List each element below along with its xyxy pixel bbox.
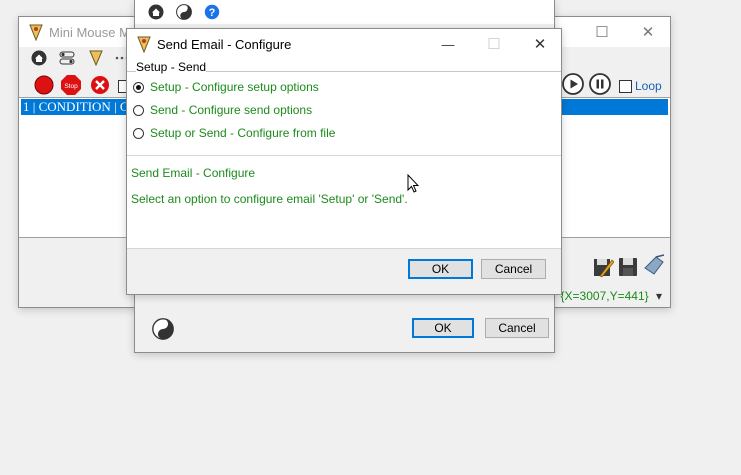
option-from-file[interactable]: Setup or Send - Configure from file bbox=[133, 126, 335, 140]
svg-text:?: ? bbox=[209, 7, 216, 19]
coordinates-dropdown-icon[interactable]: ▾ bbox=[656, 289, 662, 303]
coordinates-text: {X=3007,Y=441} bbox=[560, 289, 649, 303]
background-cancel-button[interactable]: Cancel bbox=[485, 318, 549, 338]
edit-icon[interactable] bbox=[592, 256, 614, 278]
record-icon[interactable] bbox=[33, 74, 55, 96]
stop-icon[interactable]: Stop bbox=[60, 74, 82, 96]
dialog-title: Send Email - Configure bbox=[157, 37, 292, 52]
app-logo-icon bbox=[29, 23, 43, 44]
send-email-dialog: Send Email - Configure — ☐ ✕ Setup - Sen… bbox=[126, 28, 562, 295]
home-icon[interactable] bbox=[147, 3, 165, 21]
option-setup[interactable]: Setup - Configure setup options bbox=[133, 80, 319, 94]
maximize-button: ☐ bbox=[487, 36, 501, 53]
option-from-file-label: Setup or Send - Configure from file bbox=[150, 126, 336, 140]
info-title: Send Email - Configure bbox=[131, 166, 256, 180]
group-title: Setup - Send bbox=[136, 60, 207, 74]
background-dialog-toolbar: ? bbox=[135, 0, 554, 24]
loop-checkbox[interactable]: Loop bbox=[619, 79, 662, 93]
pause-icon[interactable] bbox=[589, 73, 611, 95]
radio-setup[interactable] bbox=[133, 81, 144, 93]
background-ok-button[interactable]: OK bbox=[412, 318, 474, 338]
home-icon[interactable] bbox=[30, 49, 48, 67]
app-logo-icon bbox=[137, 35, 151, 56]
loop-checkbox-box[interactable] bbox=[619, 79, 632, 93]
logo-small-icon[interactable] bbox=[87, 49, 105, 67]
cancel-button[interactable]: Cancel bbox=[481, 259, 546, 279]
dialog-titlebar: Send Email - Configure — ☐ ✕ bbox=[127, 29, 561, 59]
radio-send[interactable] bbox=[133, 104, 144, 116]
main-close-button[interactable]: ✕ bbox=[625, 17, 671, 47]
radio-from-file[interactable] bbox=[133, 127, 144, 139]
play-icon[interactable] bbox=[562, 73, 584, 95]
loop-label: Loop bbox=[635, 79, 662, 93]
toggle-icon[interactable] bbox=[58, 49, 76, 67]
delete-icon[interactable] bbox=[89, 74, 111, 96]
option-setup-label: Setup - Configure setup options bbox=[150, 80, 319, 94]
main-maximize-button[interactable]: ☐ bbox=[579, 17, 625, 47]
option-send[interactable]: Send - Configure send options bbox=[133, 103, 312, 117]
mouse-cursor-icon bbox=[407, 173, 420, 196]
yin-yang-icon[interactable] bbox=[152, 318, 174, 340]
help-icon[interactable]: ? bbox=[203, 3, 221, 21]
save-icon[interactable] bbox=[617, 256, 639, 278]
clean-icon[interactable] bbox=[642, 254, 666, 278]
coordinates-readout: {X=3007,Y=441} ▾ bbox=[561, 289, 662, 303]
option-send-label: Send - Configure send options bbox=[150, 103, 313, 117]
info-description: Select an option to configure email 'Set… bbox=[131, 192, 408, 206]
main-window-title: Mini Mouse M bbox=[49, 25, 130, 40]
close-button[interactable]: ✕ bbox=[517, 29, 563, 59]
info-panel: Send Email - Configure Select an option … bbox=[127, 155, 561, 249]
minimize-button[interactable]: — bbox=[425, 29, 471, 59]
ok-button[interactable]: OK bbox=[408, 259, 473, 279]
yin-yang-icon[interactable] bbox=[175, 3, 193, 21]
svg-text:Stop: Stop bbox=[64, 83, 78, 90]
